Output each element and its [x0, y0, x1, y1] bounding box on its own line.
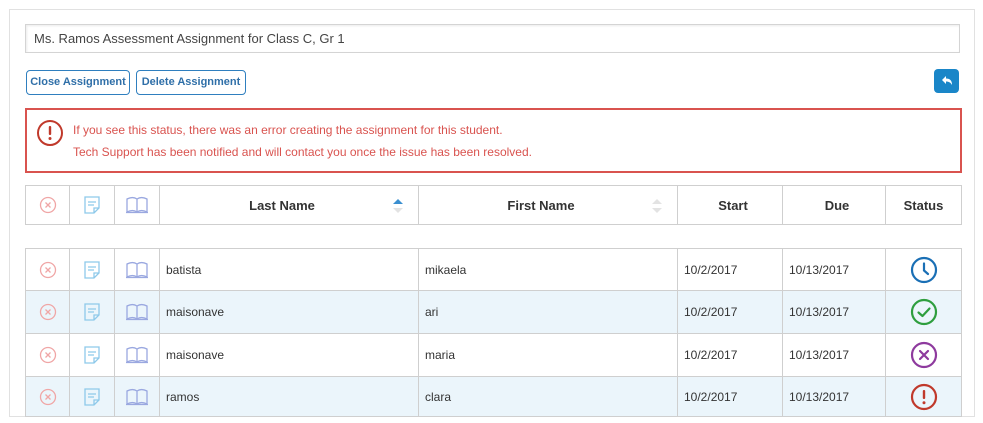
status-cell [885, 334, 962, 376]
book-icon[interactable] [125, 303, 149, 321]
alert-message-line2: Tech Support has been notified and will … [73, 145, 532, 159]
header-remove-cell[interactable] [25, 186, 69, 224]
sort-neutral-icon[interactable] [651, 197, 663, 215]
back-button[interactable] [934, 69, 959, 93]
remove-icon[interactable] [39, 346, 57, 364]
note-icon[interactable] [83, 260, 101, 280]
note-icon[interactable] [83, 345, 101, 365]
header-start[interactable]: Start [677, 186, 782, 224]
exclamation-circle-icon[interactable] [910, 383, 938, 411]
table-row: maisonave ari 10/2/2017 10/13/2017 [25, 291, 962, 334]
back-arrow-icon [934, 69, 959, 93]
start-value: 10/2/2017 [684, 305, 738, 319]
table-row: batista mikaela 10/2/2017 10/13/2017 [25, 248, 962, 291]
error-alert: If you see this status, there was an err… [25, 108, 962, 173]
row-note-cell [69, 291, 114, 333]
due-cell: 10/13/2017 [782, 291, 885, 333]
row-book-cell [114, 377, 159, 416]
last-name-value: maisonave [166, 348, 225, 362]
exclamation-circle-icon [36, 119, 64, 147]
book-icon[interactable] [125, 196, 149, 214]
row-remove-cell [25, 249, 69, 290]
last-name-cell: batista [159, 249, 418, 290]
last-name-value: maisonave [166, 305, 225, 319]
header-status[interactable]: Status [885, 186, 962, 224]
start-cell: 10/2/2017 [677, 249, 782, 290]
remove-icon[interactable] [39, 303, 57, 321]
first-name-cell: clara [418, 377, 677, 416]
first-name-value: clara [425, 389, 452, 404]
start-column-label: Start [718, 197, 748, 213]
start-cell: 10/2/2017 [677, 334, 782, 376]
note-icon[interactable] [83, 387, 101, 407]
alert-message-line1: If you see this status, there was an err… [73, 123, 503, 137]
row-remove-cell [25, 377, 69, 416]
due-value: 10/13/2017 [789, 389, 850, 404]
status-column-label: Status [903, 197, 944, 213]
note-icon[interactable] [83, 195, 101, 215]
status-cell [885, 291, 962, 333]
remove-icon[interactable] [39, 388, 57, 406]
start-value: 10/2/2017 [684, 389, 738, 404]
last-name-cell: maisonave [159, 291, 418, 333]
assignment-panel: Ms. Ramos Assessment Assignment for Clas… [9, 9, 975, 417]
note-icon[interactable] [83, 302, 101, 322]
last-name-cell: ramos [159, 377, 418, 416]
first-name-cell: ari [418, 291, 677, 333]
sort-ascending-icon[interactable] [392, 197, 404, 215]
book-icon[interactable] [125, 261, 149, 279]
due-value: 10/13/2017 [789, 305, 850, 319]
first-name-value: ari [425, 305, 439, 319]
table-row: ramos clara 10/2/2017 10/13/2017 [25, 377, 962, 417]
status-cell [885, 249, 962, 290]
start-cell: 10/2/2017 [677, 377, 782, 416]
row-note-cell [69, 249, 114, 290]
due-column-label: Due [824, 197, 850, 213]
assignment-title-field[interactable]: Ms. Ramos Assessment Assignment for Clas… [25, 24, 960, 53]
first-name-value: mikaela [425, 262, 467, 277]
first-name-value: maria [425, 348, 456, 362]
row-note-cell [69, 334, 114, 376]
last-name-cell: maisonave [159, 334, 418, 376]
table-header: Last Name First Name Start Due Status [25, 185, 962, 225]
header-book-cell[interactable] [114, 186, 159, 224]
due-cell: 10/13/2017 [782, 334, 885, 376]
header-last-name[interactable]: Last Name [159, 186, 418, 224]
due-value: 10/13/2017 [789, 262, 850, 277]
first-name-column-label: First Name [507, 197, 575, 213]
clock-icon[interactable] [910, 256, 938, 284]
remove-icon[interactable] [39, 261, 57, 279]
header-first-name[interactable]: First Name [418, 186, 677, 224]
delete-assignment-button[interactable]: Delete Assignment [136, 70, 246, 95]
start-value: 10/2/2017 [684, 348, 738, 362]
due-cell: 10/13/2017 [782, 249, 885, 290]
first-name-cell: mikaela [418, 249, 677, 290]
last-name-value: batista [166, 262, 202, 277]
table-row: maisonave maria 10/2/2017 10/13/2017 [25, 334, 962, 377]
row-book-cell [114, 334, 159, 376]
start-cell: 10/2/2017 [677, 291, 782, 333]
first-name-cell: maria [418, 334, 677, 376]
check-circle-icon[interactable] [910, 298, 938, 326]
row-remove-cell [25, 291, 69, 333]
status-cell [885, 377, 962, 416]
header-due[interactable]: Due [782, 186, 885, 224]
last-name-column-label: Last Name [249, 197, 315, 213]
row-book-cell [114, 249, 159, 290]
header-note-cell[interactable] [69, 186, 114, 224]
last-name-value: ramos [166, 389, 200, 404]
x-circle-icon[interactable] [910, 341, 938, 369]
due-cell: 10/13/2017 [782, 377, 885, 416]
row-note-cell [69, 377, 114, 416]
due-value: 10/13/2017 [789, 348, 850, 362]
row-book-cell [114, 291, 159, 333]
book-icon[interactable] [125, 388, 149, 406]
book-icon[interactable] [125, 346, 149, 364]
start-value: 10/2/2017 [684, 262, 738, 277]
close-assignment-button[interactable]: Close Assignment [26, 70, 130, 95]
row-remove-cell [25, 334, 69, 376]
remove-icon[interactable] [39, 196, 57, 214]
